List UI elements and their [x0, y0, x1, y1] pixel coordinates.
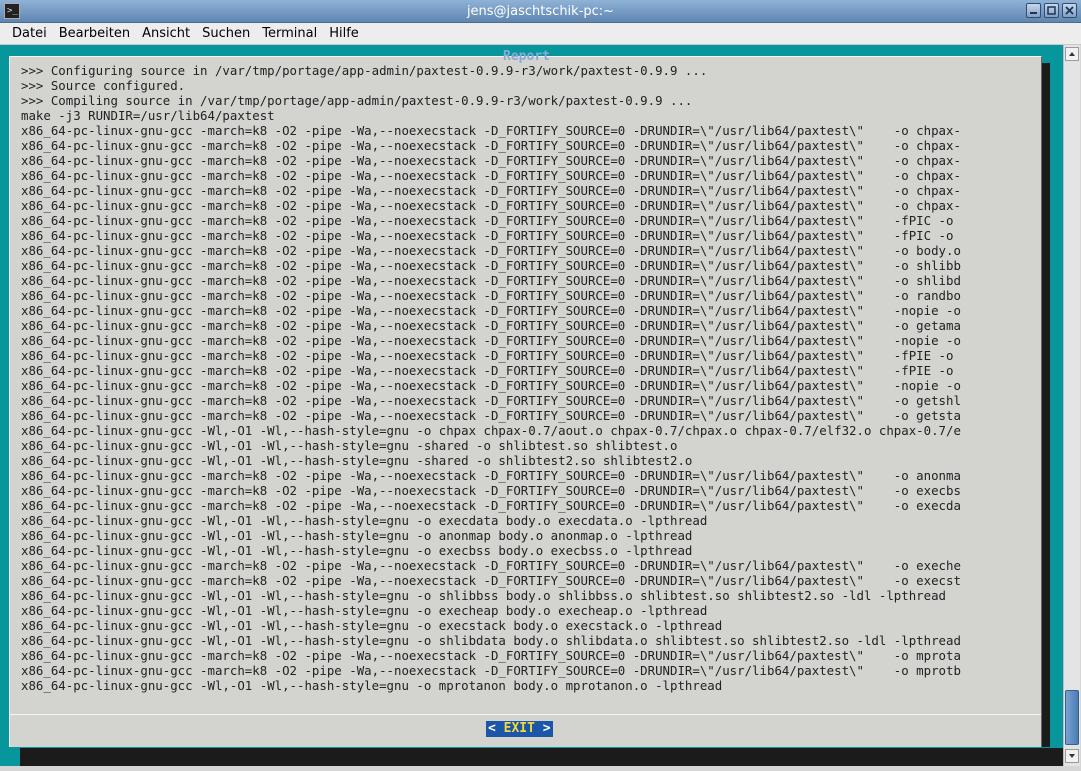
report-line: x86_64-pc-linux-gnu-gcc -march=k8 -O2 -p…	[21, 498, 961, 513]
exit-label: EXIT	[503, 721, 535, 736]
report-line: x86_64-pc-linux-gnu-gcc -march=k8 -O2 -p…	[21, 228, 954, 243]
arrow-up-icon[interactable]	[1065, 47, 1079, 61]
window-titlebar[interactable]: >_ jens@jaschtschik-pc:~	[0, 0, 1081, 23]
window-title: jens@jaschtschik-pc:~	[466, 4, 615, 19]
terminal-scrollbar[interactable]	[1063, 45, 1080, 766]
report-line: >>> Compiling source in /var/tmp/portage…	[21, 93, 693, 108]
report-line: x86_64-pc-linux-gnu-gcc -march=k8 -O2 -p…	[21, 168, 961, 183]
report-line: x86_64-pc-linux-gnu-gcc -march=k8 -O2 -p…	[21, 198, 961, 213]
report-line: x86_64-pc-linux-gnu-gcc -march=k8 -O2 -p…	[21, 243, 961, 258]
report-line: >>> Source configured.	[21, 78, 186, 93]
report-line: x86_64-pc-linux-gnu-gcc -Wl,-O1 -Wl,--ha…	[21, 603, 708, 618]
report-line: x86_64-pc-linux-gnu-gcc -Wl,-O1 -Wl,--ha…	[21, 513, 708, 528]
report-line: x86_64-pc-linux-gnu-gcc -march=k8 -O2 -p…	[21, 363, 954, 378]
report-line: x86_64-pc-linux-gnu-gcc -march=k8 -O2 -p…	[21, 573, 961, 588]
report-line: x86_64-pc-linux-gnu-gcc -Wl,-O1 -Wl,--ha…	[21, 678, 723, 693]
window-controls	[1026, 3, 1077, 18]
report-line: x86_64-pc-linux-gnu-gcc -march=k8 -O2 -p…	[21, 273, 961, 288]
report-dialog: Report >>> Configuring source in /var/tm…	[9, 49, 1042, 747]
report-line: x86_64-pc-linux-gnu-gcc -march=k8 -O2 -p…	[21, 333, 961, 348]
menu-hilfe[interactable]: Hilfe	[323, 23, 365, 44]
report-line: x86_64-pc-linux-gnu-gcc -march=k8 -O2 -p…	[21, 303, 961, 318]
menu-datei[interactable]: Datei	[0, 23, 53, 44]
report-line: x86_64-pc-linux-gnu-gcc -march=k8 -O2 -p…	[21, 258, 961, 273]
menu-bearbeiten[interactable]: Bearbeiten	[53, 23, 136, 44]
report-line: x86_64-pc-linux-gnu-gcc -Wl,-O1 -Wl,--ha…	[21, 528, 693, 543]
report-line: x86_64-pc-linux-gnu-gcc -march=k8 -O2 -p…	[21, 468, 961, 483]
report-line: x86_64-pc-linux-gnu-gcc -march=k8 -O2 -p…	[21, 408, 961, 423]
report-line: >>> Configuring source in /var/tmp/porta…	[21, 63, 708, 78]
exit-bracket-left: <	[488, 721, 504, 736]
report-line: x86_64-pc-linux-gnu-gcc -march=k8 -O2 -p…	[21, 123, 961, 138]
report-line: x86_64-pc-linux-gnu-gcc -march=k8 -O2 -p…	[21, 138, 961, 153]
report-line: x86_64-pc-linux-gnu-gcc -Wl,-O1 -Wl,--ha…	[21, 453, 693, 468]
exit-bracket-right: >	[534, 721, 551, 736]
report-line: x86_64-pc-linux-gnu-gcc -march=k8 -O2 -p…	[21, 378, 961, 393]
menu-suchen[interactable]: Suchen	[196, 23, 256, 44]
report-line: x86_64-pc-linux-gnu-gcc -march=k8 -O2 -p…	[21, 348, 954, 363]
report-line: x86_64-pc-linux-gnu-gcc -march=k8 -O2 -p…	[21, 318, 961, 333]
terminal-app-icon[interactable]: >_	[4, 3, 20, 19]
report-line: make -j3 RUNDIR=/usr/lib64/paxtest	[21, 108, 275, 123]
dialog-right-shadow	[1042, 63, 1050, 747]
close-icon[interactable]	[1062, 3, 1077, 18]
report-line: x86_64-pc-linux-gnu-gcc -march=k8 -O2 -p…	[21, 153, 961, 168]
report-line: x86_64-pc-linux-gnu-gcc -march=k8 -O2 -p…	[21, 663, 961, 678]
minimize-icon[interactable]	[1026, 3, 1041, 18]
report-text-area[interactable]: >>> Configuring source in /var/tmp/porta…	[21, 63, 1031, 695]
terminal-cursor-block	[0, 748, 20, 766]
report-line: x86_64-pc-linux-gnu-gcc -march=k8 -O2 -p…	[21, 558, 961, 573]
report-line: x86_64-pc-linux-gnu-gcc -march=k8 -O2 -p…	[21, 483, 961, 498]
report-line: x86_64-pc-linux-gnu-gcc -Wl,-O1 -Wl,--ha…	[21, 588, 947, 603]
maximize-icon[interactable]	[1044, 3, 1059, 18]
dialog-separator	[10, 714, 1041, 715]
scrollbar-thumb[interactable]	[1065, 690, 1079, 745]
report-line: x86_64-pc-linux-gnu-gcc -Wl,-O1 -Wl,--ha…	[21, 633, 961, 648]
report-line: x86_64-pc-linux-gnu-gcc -Wl,-O1 -Wl,--ha…	[21, 618, 723, 633]
report-line: x86_64-pc-linux-gnu-gcc -Wl,-O1 -Wl,--ha…	[21, 438, 678, 453]
report-line: x86_64-pc-linux-gnu-gcc -march=k8 -O2 -p…	[21, 213, 954, 228]
menu-terminal[interactable]: Terminal	[256, 23, 323, 44]
report-line: x86_64-pc-linux-gnu-gcc -march=k8 -O2 -p…	[21, 183, 961, 198]
report-line: x86_64-pc-linux-gnu-gcc -Wl,-O1 -Wl,--ha…	[21, 543, 693, 558]
report-line: x86_64-pc-linux-gnu-gcc -march=k8 -O2 -p…	[21, 393, 961, 408]
menu-ansicht[interactable]: Ansicht	[136, 23, 196, 44]
report-line: x86_64-pc-linux-gnu-gcc -march=k8 -O2 -p…	[21, 288, 961, 303]
arrow-down-icon[interactable]	[1065, 749, 1079, 763]
dialog-bottom-shadow	[0, 748, 1063, 766]
menubar: Datei Bearbeiten Ansicht Suchen Terminal…	[0, 23, 1081, 45]
exit-button[interactable]: < EXIT >	[486, 721, 553, 737]
report-line: x86_64-pc-linux-gnu-gcc -Wl,-O1 -Wl,--ha…	[21, 423, 961, 438]
report-line: x86_64-pc-linux-gnu-gcc -march=k8 -O2 -p…	[21, 648, 961, 663]
